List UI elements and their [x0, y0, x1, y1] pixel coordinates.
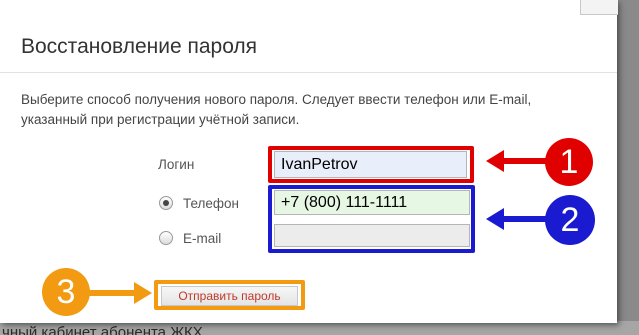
- close-button[interactable]: [580, 0, 618, 15]
- phone-label: Телефон: [183, 196, 240, 211]
- dialog-title: Восстановление пароля: [21, 35, 258, 58]
- phone-radio[interactable]: [159, 196, 173, 210]
- badge-1-number: 1: [559, 143, 579, 181]
- email-label: E-mail: [183, 231, 222, 246]
- instructions-text: Выберите способ получения нового пароля.…: [21, 92, 532, 127]
- background-page-text: чный кабинет абонента ЖКХ: [0, 321, 639, 335]
- annotation-badge-3: 3: [42, 268, 90, 316]
- annotation-badge-2: 2: [545, 195, 595, 245]
- login-label: Логин: [158, 157, 195, 172]
- annotation-badge-1: 1: [545, 138, 593, 186]
- login-highlight-frame: [268, 146, 474, 183]
- email-radio[interactable]: [159, 231, 173, 245]
- badge-3-number: 3: [56, 273, 76, 311]
- title-divider: [0, 72, 617, 73]
- phone-email-highlight-frame: [268, 185, 475, 253]
- badge-2-number: 2: [560, 201, 580, 239]
- submit-highlight-frame: [154, 280, 305, 310]
